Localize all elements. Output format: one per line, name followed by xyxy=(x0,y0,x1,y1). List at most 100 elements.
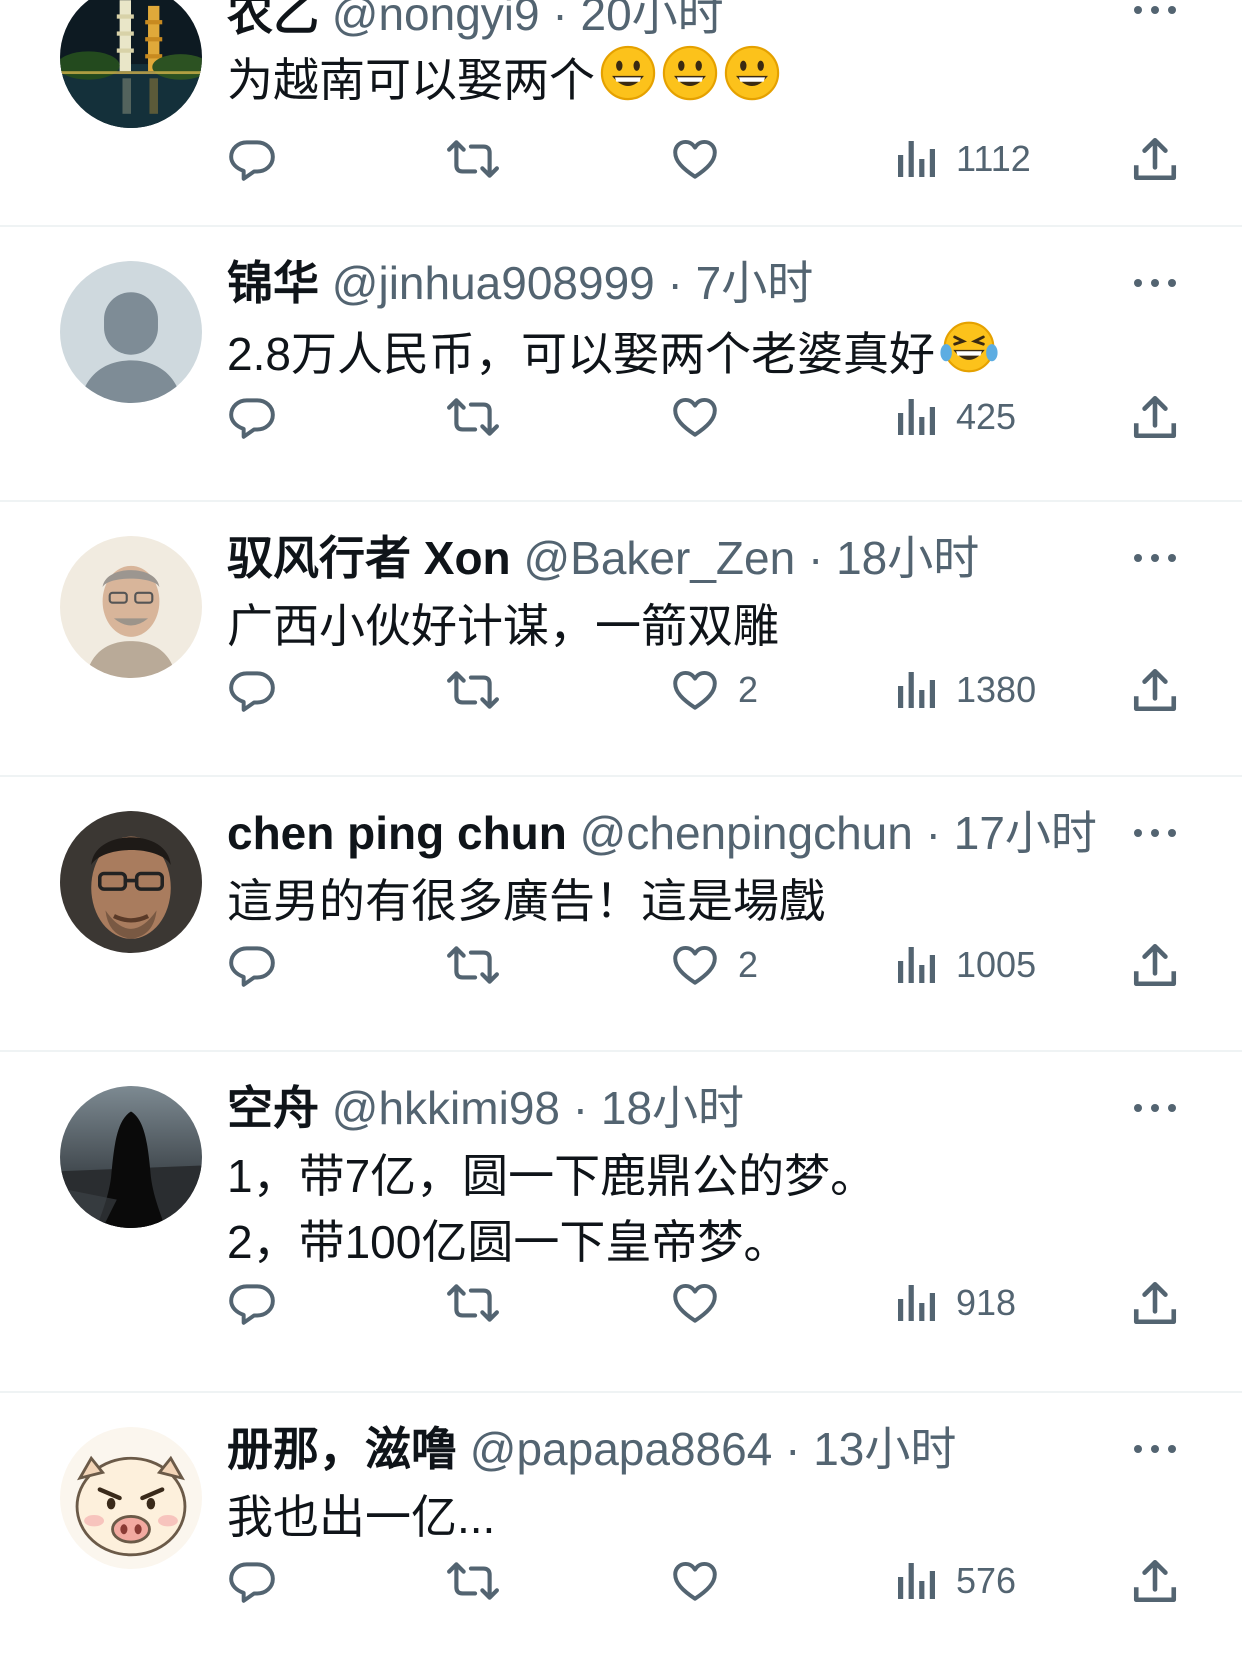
share-icon xyxy=(1133,137,1177,181)
like-button[interactable] xyxy=(670,131,738,187)
more-options-button[interactable] xyxy=(1130,548,1180,568)
retweet-icon xyxy=(447,1284,499,1322)
more-options-button[interactable] xyxy=(1130,1098,1180,1118)
author-name[interactable]: 锦华 xyxy=(227,257,319,309)
tweet-text: 我也出一亿... xyxy=(227,1484,495,1550)
tweet-actions: 918 xyxy=(0,1275,1242,1331)
tweet-header: 册那，滋噜 @papapa8864 · 13小时 xyxy=(227,1421,956,1477)
tweet[interactable]: chen ping chun @chenpingchun · 17小时 這男的有… xyxy=(0,777,1242,1050)
view-count: 425 xyxy=(956,396,1017,437)
avatar[interactable] xyxy=(60,536,202,678)
avatar[interactable] xyxy=(60,0,202,128)
tweet[interactable]: 空舟 @hkkimi98 · 18小时 1，带7亿，圆一下鹿鼎公的梦。 2，带1… xyxy=(0,1052,1242,1391)
views-button[interactable]: 918 xyxy=(894,1275,1016,1331)
like-button[interactable]: 2 xyxy=(670,662,758,718)
author-name[interactable]: chen ping chun xyxy=(227,807,567,859)
more-options-button[interactable] xyxy=(1130,273,1180,293)
avatar[interactable] xyxy=(60,811,202,953)
author-handle[interactable]: @chenpingchun xyxy=(580,807,913,859)
author-handle[interactable]: @hkkimi98 xyxy=(332,1082,560,1134)
author-name[interactable]: 驭风行者 Xon xyxy=(227,532,511,584)
like-button[interactable] xyxy=(670,1553,738,1609)
separator-dot: · xyxy=(795,532,837,584)
share-button[interactable] xyxy=(1132,1275,1178,1331)
share-button[interactable] xyxy=(1132,662,1178,718)
reply-button[interactable] xyxy=(227,937,295,993)
reply-button[interactable] xyxy=(227,662,295,718)
tweet[interactable]: 锦华 @jinhua908999 · 7小时 2.8万人民币，可以娶两个老婆真好… xyxy=(0,227,1242,500)
grinning-emoji xyxy=(661,44,719,119)
share-button[interactable] xyxy=(1132,131,1178,187)
tweet-time[interactable]: 13小时 xyxy=(813,1423,956,1475)
retweet-button[interactable] xyxy=(446,937,518,993)
tweet-actions: 576 xyxy=(0,1553,1242,1609)
tweet-actions: 2 1005 xyxy=(0,937,1242,993)
tweet-text-content: 我也出一亿... xyxy=(227,1491,496,1543)
tweet-time[interactable]: 7小时 xyxy=(696,257,814,309)
more-options-button[interactable] xyxy=(1130,0,1180,20)
tweet-text: 1，带7亿，圆一下鹿鼎公的梦。 2，带100亿圆一下皇帝梦。 xyxy=(227,1143,876,1275)
retweet-button[interactable] xyxy=(446,389,518,445)
separator-dot: · xyxy=(912,807,954,859)
views-button[interactable]: 1112 xyxy=(894,131,1031,187)
avatar[interactable] xyxy=(60,1427,202,1569)
author-handle[interactable]: @Baker_Zen xyxy=(523,532,795,584)
like-button[interactable] xyxy=(670,389,738,445)
views-button[interactable]: 576 xyxy=(894,1553,1016,1609)
reply-icon xyxy=(229,140,275,181)
retweet-button[interactable] xyxy=(446,1553,518,1609)
like-button[interactable]: 2 xyxy=(670,937,758,993)
author-name[interactable]: 空舟 xyxy=(227,1082,319,1134)
tweet-text-content: 广西小伙好计谋，一箭双雕 xyxy=(227,600,779,652)
heart-icon xyxy=(673,1561,717,1601)
heart-icon xyxy=(673,670,717,710)
share-button[interactable] xyxy=(1132,937,1178,993)
tweet-time[interactable]: 20小时 xyxy=(581,0,724,40)
view-count: 576 xyxy=(956,1560,1017,1601)
analytics-icon xyxy=(898,1563,935,1599)
avatar[interactable] xyxy=(60,261,202,403)
view-count: 1005 xyxy=(956,944,1037,985)
separator-dot: · xyxy=(539,0,581,40)
tweet-text-content: 1，带7亿，圆一下鹿鼎公的梦。 2，带100亿圆一下皇帝梦。 xyxy=(227,1150,877,1268)
views-button[interactable]: 1005 xyxy=(894,937,1036,993)
avatar[interactable] xyxy=(60,1086,202,1228)
more-icon xyxy=(1134,6,1176,14)
retweet-button[interactable] xyxy=(446,662,518,718)
retweet-button[interactable] xyxy=(446,1275,518,1331)
tweet-header: 空舟 @hkkimi98 · 18小时 xyxy=(227,1080,744,1136)
analytics-icon xyxy=(898,1285,935,1321)
author-handle[interactable]: @nongyi9 xyxy=(332,0,540,40)
view-count: 918 xyxy=(956,1282,1017,1323)
tweet[interactable]: 册那，滋噜 @papapa8864 · 13小时 我也出一亿... 576 xyxy=(0,1393,1242,1666)
reply-button[interactable] xyxy=(227,389,295,445)
share-button[interactable] xyxy=(1132,389,1178,445)
reply-button[interactable] xyxy=(227,131,295,187)
separator-dot: · xyxy=(559,1082,601,1134)
reply-icon xyxy=(229,398,275,439)
share-icon xyxy=(1133,1559,1177,1603)
avatar-man-portrait-image xyxy=(60,536,202,678)
retweet-button[interactable] xyxy=(446,131,518,187)
more-options-button[interactable] xyxy=(1130,1439,1180,1459)
reply-button[interactable] xyxy=(227,1275,295,1331)
reply-button[interactable] xyxy=(227,1553,295,1609)
more-options-button[interactable] xyxy=(1130,823,1180,843)
author-name[interactable]: 册那，滋噜 xyxy=(227,1423,457,1475)
author-name[interactable]: 农乙 xyxy=(227,0,319,40)
share-button[interactable] xyxy=(1132,1553,1178,1609)
author-handle[interactable]: @papapa8864 xyxy=(470,1423,773,1475)
like-button[interactable] xyxy=(670,1275,738,1331)
tweet[interactable]: 驭风行者 Xon @Baker_Zen · 18小时 广西小伙好计谋，一箭双雕 … xyxy=(0,502,1242,775)
like-count: 2 xyxy=(738,669,759,710)
tweet-time[interactable]: 17小时 xyxy=(954,807,1097,859)
views-button[interactable]: 425 xyxy=(894,389,1016,445)
tweet[interactable]: 农乙 @nongyi9 · 20小时 为越南可以娶两个 1112 xyxy=(0,0,1242,226)
views-button[interactable]: 1380 xyxy=(894,662,1036,718)
tweet-time[interactable]: 18小时 xyxy=(836,532,979,584)
avatar-hooded-figure-image xyxy=(60,1086,202,1228)
author-handle[interactable]: @jinhua908999 xyxy=(332,257,655,309)
tweet-time[interactable]: 18小时 xyxy=(601,1082,744,1134)
view-count: 1112 xyxy=(956,138,1031,179)
more-icon xyxy=(1134,1104,1176,1112)
